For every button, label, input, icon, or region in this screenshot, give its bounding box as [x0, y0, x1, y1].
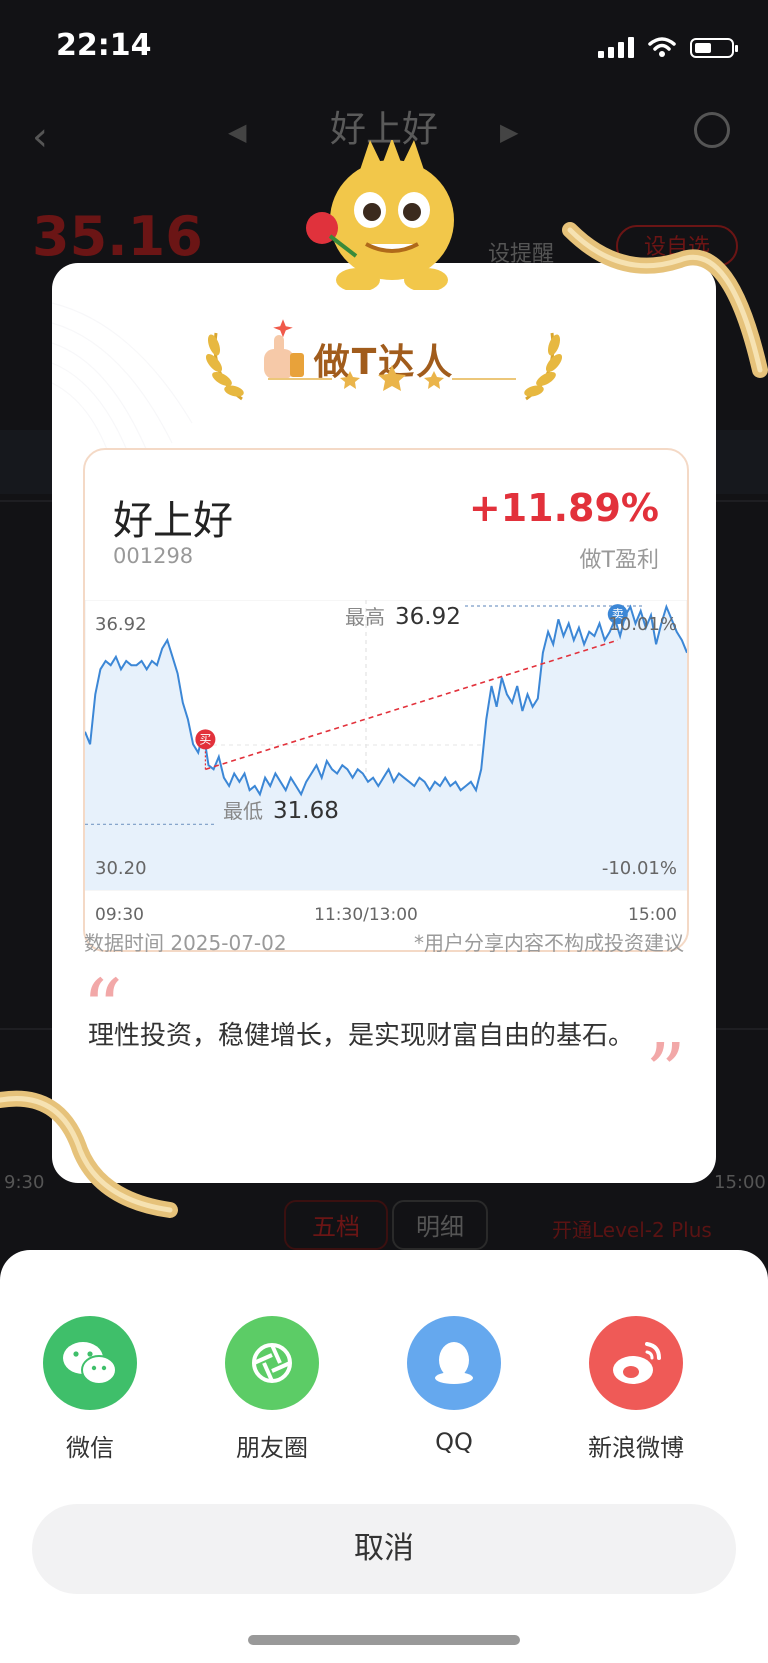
wechat-icon [63, 1342, 117, 1385]
weibo-icon [613, 1342, 661, 1384]
share-card: 做T达人 好上好 001298 +11.89% 做T盈利 买 卖 36.92 3… [52, 263, 716, 1183]
battery-icon [690, 38, 738, 58]
moments-icon [252, 1343, 292, 1383]
disclaimer: *用户分享内容不构成投资建议 [414, 931, 684, 955]
low-label: 最低 [223, 799, 263, 823]
buy-marker-label: 买 [199, 732, 211, 746]
share-weibo-circle [589, 1316, 683, 1410]
share-sheet: 微信 朋友圈 QQ 新浪微博 取消 [0, 1250, 768, 1663]
cancel-button[interactable]: 取消 [32, 1504, 736, 1594]
y-tick-right-top: 10.01% [608, 614, 677, 635]
share-wechat-circle [43, 1316, 137, 1410]
rating-stars-icon [268, 365, 516, 391]
status-bar: 22:14 [0, 0, 768, 90]
share-wechat-button[interactable]: 微信 [15, 1316, 165, 1466]
data-time: 数据时间 2025-07-02 [84, 931, 287, 955]
share-moments-label: 朋友圈 [236, 1434, 308, 1462]
qq-icon [435, 1342, 473, 1384]
high-value: 36.92 [395, 604, 461, 630]
search-icon [694, 112, 730, 148]
x-tick-mid: 11:30/13:00 [314, 905, 418, 925]
stock-summary-panel: 好上好 001298 +11.89% 做T盈利 买 卖 36.92 30.20 … [83, 448, 689, 952]
share-qq-circle [407, 1316, 501, 1410]
achievement-badge: 做T达人 [202, 303, 566, 413]
y-tick-left-top: 36.92 [95, 614, 147, 635]
background-tab-five: 五档 [284, 1200, 388, 1250]
share-weibo-button[interactable]: 新浪微博 [561, 1316, 711, 1466]
quote-close-mark: ” [645, 1026, 686, 1119]
ribbon-decoration [562, 222, 768, 378]
next-stock-icon: ▶ [500, 118, 519, 146]
wifi-icon [648, 37, 676, 57]
share-weibo-label: 新浪微博 [588, 1434, 684, 1462]
high-label: 最高 [345, 605, 385, 629]
home-indicator [248, 1635, 520, 1645]
low-value: 31.68 [273, 798, 339, 824]
background-time-end: 15:00 [714, 1172, 766, 1193]
background-tab-detail: 明细 [392, 1200, 488, 1250]
stock-code: 001298 [113, 544, 194, 568]
share-wechat-label: 微信 [66, 1434, 114, 1462]
signal-icon [598, 36, 634, 58]
gain-percent: +11.89% [468, 486, 659, 530]
share-qq-button[interactable]: QQ [379, 1316, 529, 1466]
share-moments-button[interactable]: 朋友圈 [197, 1316, 347, 1466]
x-tick-start: 09:30 [95, 905, 144, 925]
stock-name: 好上好 [113, 498, 233, 544]
ribbon-decoration-left [0, 1090, 178, 1218]
status-icons [598, 36, 738, 58]
mascot-icon [306, 140, 454, 290]
gain-label: 做T盈利 [579, 548, 659, 573]
x-tick-end: 15:00 [628, 905, 677, 925]
background-price: 35.16 [32, 205, 203, 268]
status-time: 22:14 [56, 28, 152, 63]
intraday-chart: 买 卖 36.92 30.20 10.01% -10.01% 最高 36.92 … [85, 600, 687, 925]
share-moments-circle [225, 1316, 319, 1410]
y-tick-left-bottom: 30.20 [95, 858, 147, 879]
background-level2-link: 开通Level-2 Plus [552, 1218, 712, 1242]
share-qq-label: QQ [435, 1428, 473, 1456]
y-tick-right-bottom: -10.01% [602, 858, 677, 879]
motto-quote: 理性投资，稳健增长，是实现财富自由的基石。 [88, 1021, 635, 1051]
